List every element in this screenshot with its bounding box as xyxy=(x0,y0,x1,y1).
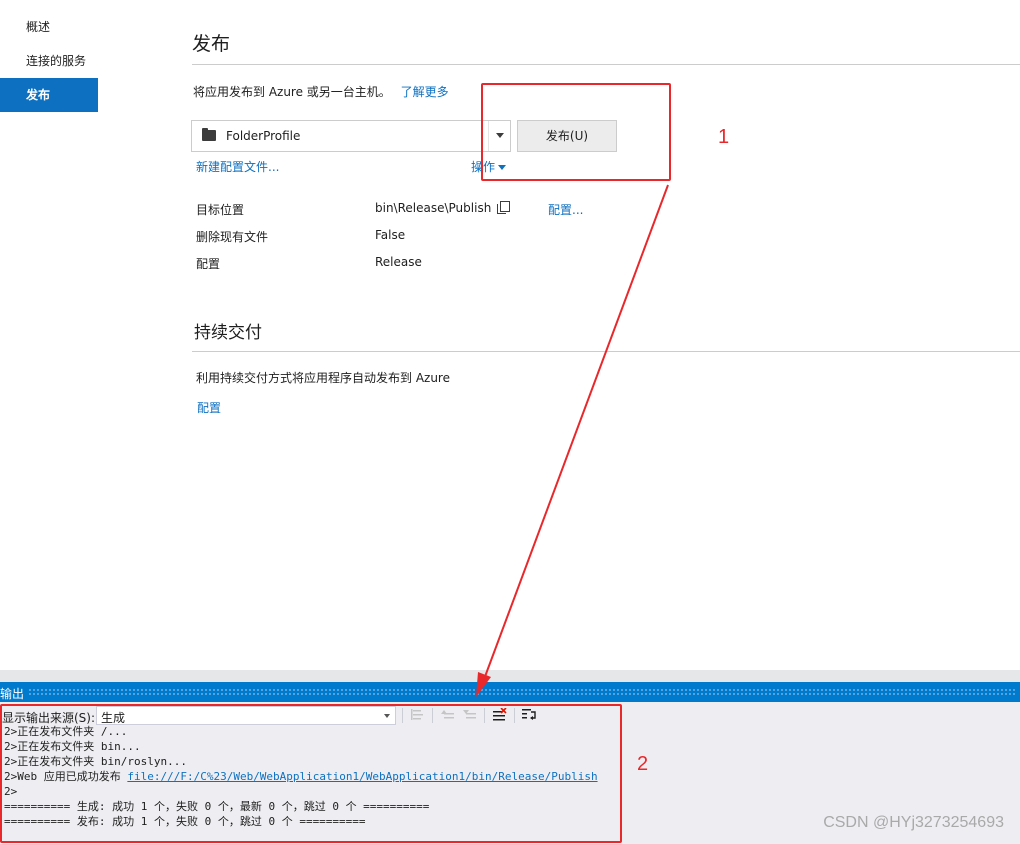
panel-splitter[interactable] xyxy=(0,670,1020,682)
prop-label-delete-existing: 删除现有文件 xyxy=(196,230,269,244)
new-profile-link[interactable]: 新建配置文件... xyxy=(196,158,279,175)
continuous-delivery-config-link[interactable]: 配置 xyxy=(197,399,221,416)
learn-more-link[interactable]: 了解更多 xyxy=(401,85,449,99)
prop-value-configuration: Release xyxy=(375,255,422,269)
sidebar-item-publish[interactable]: 发布 xyxy=(0,78,98,112)
section-divider xyxy=(192,64,1020,65)
publish-description-text: 将应用发布到 Azure 或另一台主机。 xyxy=(193,85,391,99)
prop-label-configuration: 配置 xyxy=(196,257,221,271)
continuous-delivery-title: 持续交付 xyxy=(194,323,262,343)
title-grip[interactable] xyxy=(28,688,1016,696)
page-title: 发布 xyxy=(192,33,231,55)
annotation-label-2: 2 xyxy=(637,753,649,775)
folder-icon xyxy=(202,128,216,141)
copy-icon[interactable] xyxy=(497,201,510,214)
prop-label-target-location: 目标位置 xyxy=(196,203,245,217)
annotation-box-2 xyxy=(0,704,622,843)
watermark: CSDN @HYj3273254693 xyxy=(823,814,1004,831)
prop-value-delete-existing: False xyxy=(375,228,406,242)
annotation-box-1 xyxy=(481,83,671,181)
output-title-bar: 输出 xyxy=(0,682,1020,702)
prop-value-target-location: bin\Release\Publish xyxy=(375,201,492,215)
profile-dropdown[interactable]: FolderProfile xyxy=(191,120,511,152)
sidebar: 概述 连接的服务 发布 xyxy=(0,10,98,112)
continuous-delivery-description: 利用持续交付方式将应用程序自动发布到 Azure xyxy=(196,371,450,385)
publish-description: 将应用发布到 Azure 或另一台主机。 了解更多 xyxy=(193,83,449,100)
profile-dropdown-value: FolderProfile xyxy=(226,129,301,143)
section-divider xyxy=(192,351,1020,352)
annotation-label-1: 1 xyxy=(718,126,730,148)
configure-link[interactable]: 配置... xyxy=(548,201,583,218)
output-title: 输出 xyxy=(0,687,25,701)
sidebar-item-connected-services[interactable]: 连接的服务 xyxy=(0,44,98,78)
sidebar-item-overview[interactable]: 概述 xyxy=(0,10,98,44)
